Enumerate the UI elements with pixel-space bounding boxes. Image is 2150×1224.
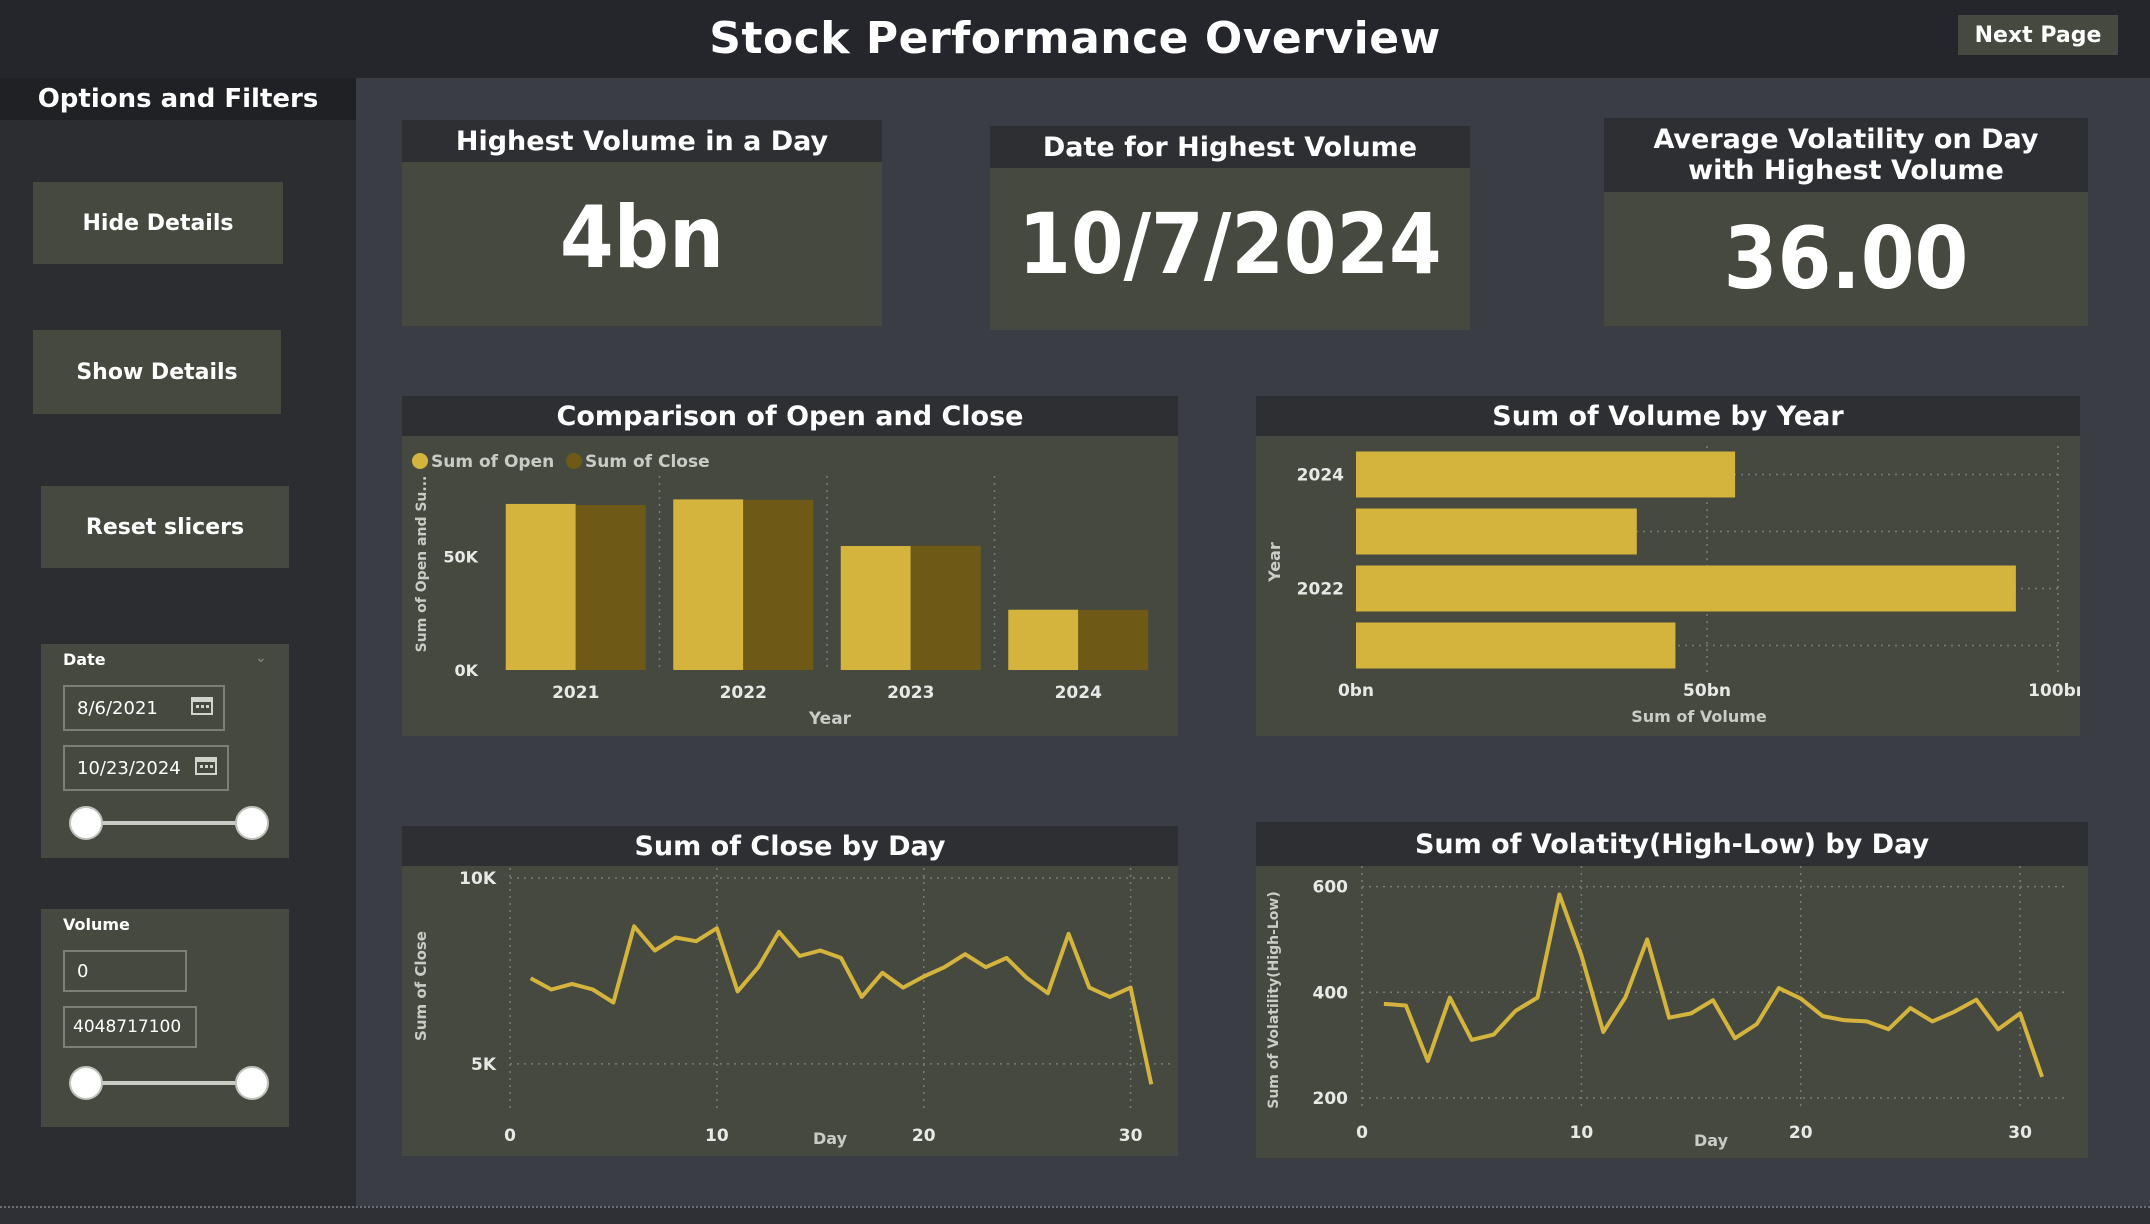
volatility-day-xtick: 0 [1356,1123,1368,1143]
open-bar [505,503,576,670]
next-page-button[interactable]: Next Page [1958,15,2118,55]
volume-year-ytick: 2022 [1297,580,1344,600]
open-close-ylabel: Sum of Open and Su... [414,476,430,653]
chart-close-day-title: Sum of Close by Day [402,826,1178,866]
open-bar [673,499,744,670]
volume-bar [1356,565,2016,612]
volatility-day-line [1383,892,2044,1078]
close-bar [575,505,646,670]
chart-volume-year-panel: 0bn 50bn 100bn 2024 2022 Sum of Volume Year [1256,436,2088,736]
chart-close-day: 5K 10K 0 10 20 30 Day Sum of Close [412,868,1172,1148]
volume-year-xlabel: Sum of Volume [1631,707,1767,726]
close-day-line [529,924,1154,1085]
legend-open-label: Sum of Open [431,452,554,472]
close-bar [1078,609,1149,670]
volatility-day-xtick: 20 [1789,1123,1813,1143]
open-close-xtick: 2023 [887,683,934,703]
kpi-date-highest-value: 10/7/2024 [1018,195,1442,293]
date-range-track[interactable] [87,821,251,825]
chart-open-close-panel: Sum of Open Sum of Close 0K 50K 2021 2022 20… [402,436,1178,736]
volume-year-ylabel: Year [1265,542,1284,583]
volatility-day-xtick: 10 [1570,1123,1594,1143]
close-day-xtick: 20 [912,1126,936,1146]
volatility-day-ytick: 200 [1313,1089,1349,1109]
open-close-xtick: 2022 [720,683,767,703]
volume-min-handle[interactable] [69,1066,103,1100]
volatility-day-xlabel: Day [1694,1131,1729,1150]
volume-min-value: 0 [77,960,89,982]
open-close-xtick: 2024 [1055,683,1102,703]
close-day-xtick: 10 [705,1126,729,1146]
start-date-field[interactable]: 8/6/2021 [63,685,225,731]
end-date-value: 10/23/2024 [77,757,181,779]
volume-slicer: Volume 0 4048717100 [41,909,289,1127]
volume-year-ytick: 2024 [1297,466,1344,486]
kpi-highest-volume-card: 4bn [402,162,882,326]
volatility-day-xtick: 30 [2008,1123,2032,1143]
open-close-xlabel: Year [808,709,852,729]
chart-volume-year: 0bn 50bn 100bn 2024 2022 Sum of Volume Year [1265,446,2088,726]
chart-volume-year-title: Sum of Volume by Year [1256,396,2080,436]
close-day-xtick: 0 [504,1126,516,1146]
kpi-date-highest-label: Date for Highest Volume [990,126,1470,168]
volatility-day-ylabel: Sum of Volatility(High-Low) [1266,891,1282,1109]
chart-volatility-day-title: Sum of Volatity(High-Low) by Day [1256,822,2088,866]
date-slicer: Date ⌄ 8/6/2021 10/23/2024 [41,644,289,858]
chart-volatility-day-panel: 200 400 600 0 10 20 30 Day Sum of Volatility(H… [1256,866,2088,1158]
chart-close-day-panel: 5K 10K 0 10 20 30 Day Sum of Close [402,866,1178,1156]
volume-bar [1356,622,1676,669]
volume-bar [1356,508,1637,555]
chart-open-close-title: Comparison of Open and Close [402,396,1178,436]
date-slicer-label: Date [63,650,106,669]
kpi-avg-volatility-value: 36.00 [1723,209,1969,309]
kpi-highest-volume-value: 4bn [559,188,725,288]
reset-slicers-button[interactable]: Reset slicers [41,486,289,568]
legend-open-marker [412,453,428,469]
open-close-ytick: 0K [454,661,478,680]
volume-range-track[interactable] [87,1081,251,1085]
close-day-xtick: 30 [1119,1126,1143,1146]
date-start-handle[interactable] [69,806,103,840]
volume-max-field[interactable]: 4048717100 [63,1006,197,1048]
open-close-xtick: 2021 [552,683,599,703]
hide-details-button[interactable]: Hide Details [33,182,283,264]
close-bar [910,545,981,670]
calendar-icon[interactable] [195,755,217,775]
kpi-highest-volume-label: Highest Volume in a Day [402,120,882,162]
volume-bar [1356,451,1736,498]
open-bar [840,546,911,670]
volume-slicer-label: Volume [63,915,130,934]
close-day-ylabel: Sum of Close [412,931,430,1041]
close-day-xlabel: Day [813,1129,848,1148]
chevron-down-icon[interactable]: ⌄ [255,650,267,666]
kpi-avg-volatility-label: Average Volatility on Day with Highest V… [1604,118,2088,192]
volume-max-value: 4048717100 [73,1017,182,1037]
bottom-border [0,1206,2150,1224]
open-close-ytick: 50K [443,547,478,566]
chart-volatility-day: 200 400 600 0 10 20 30 Day Sum of Volatility(H… [1266,866,2064,1150]
show-details-button[interactable]: Show Details [33,330,281,414]
volume-min-field[interactable]: 0 [63,950,187,992]
volume-year-xtick: 0bn [1338,681,1374,701]
end-date-field[interactable]: 10/23/2024 [63,745,229,791]
volume-year-xtick: 100bn [2028,681,2080,701]
volume-max-handle[interactable] [235,1066,269,1100]
sidebar-title: Options and Filters [0,78,356,120]
volatility-day-ytick: 400 [1313,983,1349,1003]
kpi-avg-volatility-card: 36.00 [1604,192,2088,326]
chart-open-close: Sum of Open Sum of Close 0K 50K 2021 2022 20… [412,452,1149,729]
close-bar [743,499,814,670]
close-day-ytick: 10K [459,869,497,889]
start-date-value: 8/6/2021 [77,697,158,719]
date-end-handle[interactable] [235,806,269,840]
calendar-icon[interactable] [191,695,213,715]
page-title: Stock Performance Overview [709,13,1441,64]
close-day-ytick: 5K [471,1055,497,1075]
kpi-date-highest-card: 10/7/2024 [990,168,1470,330]
legend-close-label: Sum of Close [585,452,710,472]
legend-close-marker [566,453,582,469]
volume-year-xtick: 50bn [1683,681,1731,701]
volatility-day-ytick: 600 [1313,878,1349,898]
open-bar [1008,609,1079,670]
